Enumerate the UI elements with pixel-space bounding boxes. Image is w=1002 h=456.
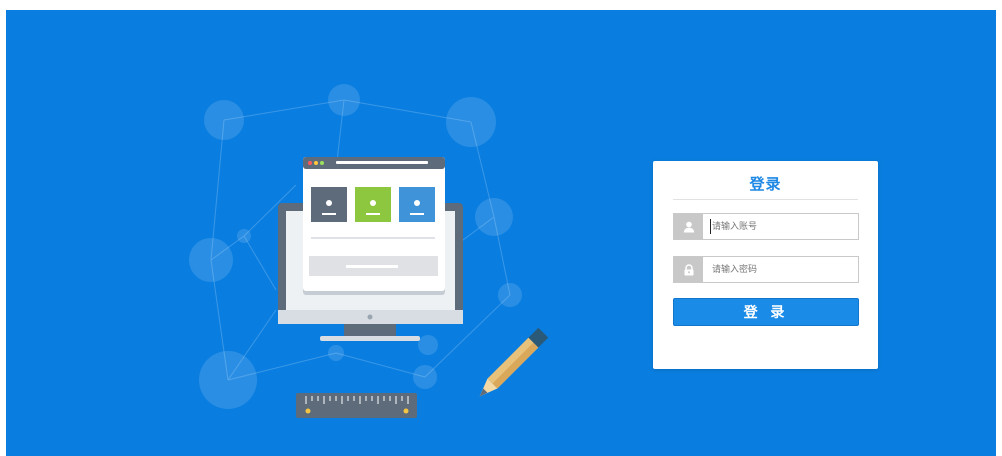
password-input[interactable] (712, 257, 854, 282)
username-field[interactable] (673, 213, 859, 240)
title-divider (673, 199, 858, 200)
password-field[interactable] (673, 256, 859, 283)
login-page-background: 登录 登 录 (6, 10, 996, 456)
text-cursor (710, 219, 711, 234)
login-card: 登录 登 录 (653, 161, 878, 369)
username-input[interactable] (712, 214, 854, 239)
user-icon (674, 214, 703, 239)
lock-icon (674, 257, 703, 282)
login-button[interactable]: 登 录 (673, 298, 859, 326)
login-title: 登录 (749, 175, 782, 193)
